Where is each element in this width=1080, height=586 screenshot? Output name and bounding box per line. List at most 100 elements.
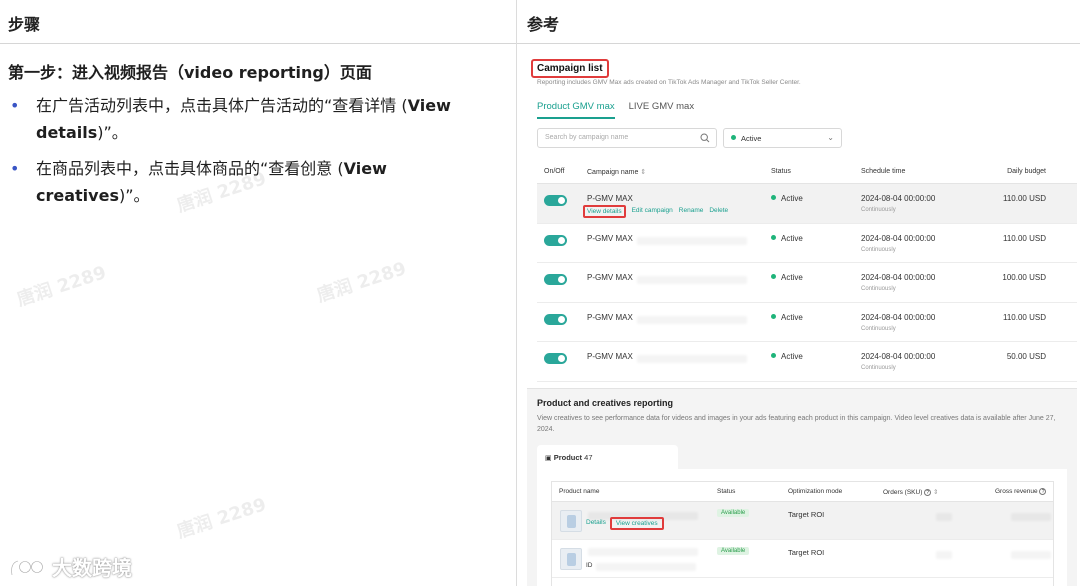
status-filter-select[interactable]: Active ⌄: [723, 128, 842, 148]
campaign-schedule: 2024-08-04 00:00:00: [861, 312, 936, 322]
delete-link[interactable]: Delete: [709, 207, 728, 218]
campaign-schedule-sub: Continuously: [861, 325, 896, 332]
optimization-mode: Target ROI: [788, 548, 825, 557]
campaign-name: P-GMV MAX: [587, 352, 633, 361]
campaign-name: P-GMV MAX: [587, 233, 633, 243]
campaign-schedule: 2024-08-04 00:00:00: [861, 273, 936, 282]
help-icon[interactable]: ?: [924, 489, 932, 496]
product-row[interactable]: Details View creatives Available Target …: [552, 502, 1053, 540]
tab-product-count: 47: [584, 453, 593, 462]
step-title: 第一步：进入视频报告（video reporting）页面: [8, 63, 372, 82]
redacted-text: [588, 548, 698, 556]
campaign-status: Active: [771, 194, 803, 203]
campaign-row[interactable]: P-GMV MAX Active 2024-08-04 00:00:00 Con…: [537, 303, 1077, 342]
pc-title: Product and creatives reporting: [537, 398, 674, 408]
tab-product[interactable]: ▣ Product 47: [537, 445, 678, 469]
col-orders[interactable]: Orders (SKU) ? ⇕: [883, 488, 938, 496]
campaign-status-text: Active: [781, 273, 803, 282]
campaign-row[interactable]: P-GMV MAX Active 2024-08-04 00:00:00 Con…: [537, 263, 1077, 303]
active-dot-icon: [731, 135, 736, 140]
view-creatives-link[interactable]: View creatives: [609, 517, 664, 530]
details-link[interactable]: Details: [586, 519, 606, 530]
redacted-text: [637, 236, 747, 245]
bullet-text-suffix: )”。: [97, 123, 128, 142]
bullet-dot-icon: •: [10, 96, 20, 115]
active-dot-icon: [771, 313, 776, 319]
col-campaign-name-label: Campaign name: [587, 169, 639, 176]
product-row[interactable]: ID Available Target ROI: [552, 540, 1053, 578]
redacted-text: [637, 276, 747, 284]
redacted-text: [637, 315, 747, 324]
campaign-budget: 110.00 USD: [1003, 194, 1046, 203]
tab-live-gmv-max[interactable]: LIVE GMV max: [629, 101, 694, 119]
campaign-name: P-GMV MAX: [587, 312, 633, 322]
gmv-tabs: Product GMV max LIVE GMV max: [537, 101, 694, 119]
edit-campaign-link[interactable]: Edit campaign: [632, 207, 673, 218]
campaign-toggle[interactable]: [544, 274, 567, 285]
campaign-toggle[interactable]: [544, 234, 567, 246]
campaign-schedule: 2024-08-04 00:00:00: [861, 352, 936, 361]
campaign-list-title: Campaign list: [531, 59, 609, 78]
col-schedule: Schedule time: [861, 168, 906, 175]
campaign-status-text: Active: [781, 233, 803, 243]
product-table-header: Product name Status Optimization mode Or…: [552, 482, 1053, 502]
header-steps: 步骤: [8, 15, 41, 34]
campaign-toggle[interactable]: [544, 353, 567, 364]
campaign-row[interactable]: P-GMV MAX Active 2024-08-04 00:00:00 Con…: [537, 342, 1077, 382]
campaign-schedule-sub: Continuously: [861, 365, 896, 371]
sort-icon[interactable]: ⇕: [933, 489, 938, 496]
watermark: 唐润 2289: [314, 258, 409, 307]
campaign-list-description: Reporting includes GMV Max ads created o…: [537, 79, 801, 86]
campaign-budget: 110.00 USD: [1003, 312, 1046, 322]
product-table: Product name Status Optimization mode Or…: [551, 481, 1054, 586]
col-onoff: On/Off: [544, 168, 565, 175]
search-placeholder: Search by campaign name: [545, 134, 629, 141]
campaign-schedule-sub: Continuously: [861, 207, 896, 213]
campaign-row[interactable]: P-GMV MAX Active 2024-08-04 00:00:00 Con…: [537, 224, 1077, 263]
campaign-toggle[interactable]: [544, 195, 567, 206]
availability-badge: Available: [717, 547, 750, 555]
active-dot-icon: [771, 353, 776, 358]
campaign-budget: 100.00 USD: [1002, 273, 1046, 282]
campaign-row-actions: View details Edit campaign Rename Delete: [583, 205, 728, 218]
column-divider: [516, 0, 517, 586]
campaign-budget: 50.00 USD: [1006, 352, 1046, 361]
campaign-schedule-sub: Continuously: [861, 286, 896, 292]
logo-text: 大数跨境: [52, 556, 132, 580]
view-details-link[interactable]: View details: [583, 205, 626, 218]
table-header: 步骤 参考: [0, 0, 1080, 44]
bullet-text-suffix: )”。: [118, 186, 150, 205]
redacted-text: [936, 551, 952, 559]
active-dot-icon: [771, 234, 776, 240]
tab-product-label: Product: [553, 453, 583, 462]
bullet-text-prefix: 在广告活动列表中，点击具体广告活动的“查看详情 (: [36, 96, 408, 115]
chevron-down-icon: ⌄: [827, 133, 834, 142]
product-row-actions: Details View creatives: [586, 517, 664, 530]
col-product-status: Status: [717, 488, 736, 495]
redacted-text: [1011, 513, 1051, 521]
product-table-container: Product name Status Optimization mode Or…: [537, 469, 1067, 586]
availability-badge: Available: [717, 509, 750, 517]
campaign-schedule: 2024-08-04 00:00:00: [861, 233, 936, 243]
rename-link[interactable]: Rename: [679, 207, 704, 218]
campaign-name: P-GMV MAX: [587, 273, 633, 282]
col-campaign-name[interactable]: Campaign name ⇕: [587, 168, 646, 176]
campaign-search-input[interactable]: Search by campaign name: [537, 128, 717, 148]
col-product-name: Product name: [559, 488, 600, 495]
campaign-schedule-sub: Continuously: [861, 246, 896, 253]
tab-product-gmv-max[interactable]: Product GMV max: [537, 101, 615, 119]
col-gross-revenue: Gross revenue ?: [995, 488, 1047, 495]
product-thumbnail: [560, 510, 582, 532]
col-optimization-mode: Optimization mode: [788, 488, 843, 495]
campaign-toggle[interactable]: [544, 313, 567, 325]
help-icon[interactable]: ?: [1039, 488, 1047, 495]
steps-table: 步骤 参考 第一步：进入视频报告（video reporting）页面 • 在广…: [0, 0, 1080, 586]
campaign-row[interactable]: P-GMV MAX View details Edit campaign Ren…: [537, 184, 1077, 224]
redacted-text: [637, 355, 747, 363]
campaign-table-header: On/Off Campaign name ⇕ Status Schedule t…: [537, 160, 1077, 184]
header-reference: 参考: [527, 15, 560, 34]
bullet-dot-icon: •: [10, 159, 20, 178]
col-budget: Daily budget: [1007, 168, 1046, 175]
product-id-label: ID: [586, 562, 593, 569]
redacted-text: [1011, 551, 1051, 559]
